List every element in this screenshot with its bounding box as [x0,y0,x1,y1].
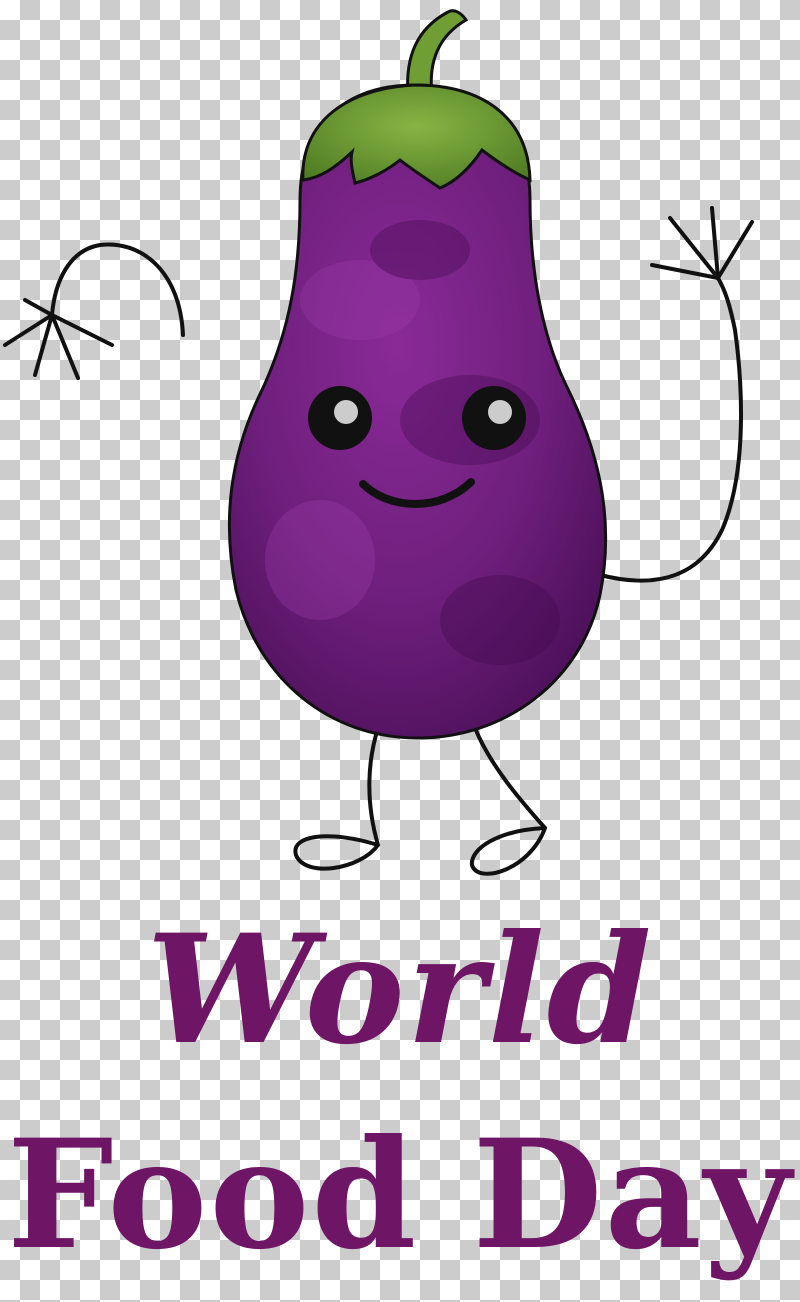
right-eye [462,386,526,450]
left-arm [3,242,185,380]
left-eye [308,386,372,450]
right-arm [598,206,754,583]
title-world: World [146,902,654,1078]
stem [406,9,469,97]
legs [293,726,547,876]
eggplant-character-icon [3,9,754,876]
title-food-day: Food Day [7,1107,793,1283]
world-food-day-artwork: World Food Day [0,0,800,1302]
